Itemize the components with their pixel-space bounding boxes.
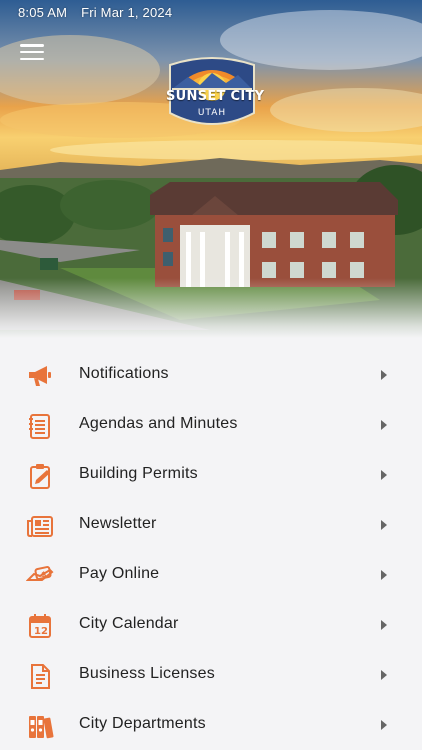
chevron-right-icon: [381, 420, 387, 430]
menu-item-label: Business Licenses: [79, 665, 215, 682]
menu-item-building-permits[interactable]: Building Permits: [0, 450, 422, 500]
calendar-icon: 12: [29, 614, 51, 638]
chevron-right-icon: [381, 570, 387, 580]
chevron-right-icon: [381, 620, 387, 630]
notepad-icon: [29, 414, 50, 439]
chevron-right-icon: [381, 370, 387, 380]
chevron-right-icon: [381, 720, 387, 730]
menu-item-pay-online[interactable]: $ Pay Online: [0, 550, 422, 600]
status-bar: 8:05 AM Fri Mar 1, 2024: [18, 5, 172, 20]
status-date: Fri Mar 1, 2024: [81, 5, 173, 20]
chevron-right-icon: [381, 470, 387, 480]
menu-item-newsletter[interactable]: Newsletter: [0, 500, 422, 550]
menu-item-city-departments[interactable]: City Departments: [0, 700, 422, 750]
money-icon: $: [26, 566, 54, 581]
menu-item-label: Notifications: [79, 365, 169, 382]
city-logo: SUNSET CITY UTAH: [166, 55, 265, 131]
document-icon: [31, 664, 50, 689]
logo-subtitle: UTAH: [197, 108, 227, 118]
menu-item-label: City Departments: [79, 715, 206, 732]
chevron-right-icon: [381, 670, 387, 680]
menu-item-agendas-minutes[interactable]: Agendas and Minutes: [0, 400, 422, 450]
menu-item-label: Agendas and Minutes: [79, 415, 238, 432]
menu-list: Notifications Agendas and Minutes Buildi…: [0, 350, 422, 750]
menu-item-business-licenses[interactable]: Business Licenses: [0, 650, 422, 700]
menu-item-label: Pay Online: [79, 565, 160, 582]
binders-icon: [29, 716, 54, 739]
svg-text:12: 12: [34, 626, 48, 637]
svg-text:$: $: [41, 570, 47, 579]
hero-image: 8:05 AM Fri Mar 1, 2024 SUNSET CITY UTAH: [0, 0, 422, 338]
megaphone-icon: [29, 366, 51, 386]
menu-item-notifications[interactable]: Notifications: [0, 350, 422, 400]
menu-item-label: City Calendar: [79, 615, 179, 632]
menu-item-label: Newsletter: [79, 515, 157, 532]
menu-item-label: Building Permits: [79, 465, 198, 482]
clipboard-icon: [30, 464, 50, 489]
logo-title: SUNSET CITY: [166, 89, 265, 104]
hero-fade: [0, 278, 422, 338]
newspaper-icon: [27, 516, 53, 537]
menu-item-city-calendar[interactable]: 12 City Calendar: [0, 600, 422, 650]
status-time: 8:05 AM: [18, 5, 68, 20]
chevron-right-icon: [381, 520, 387, 530]
hamburger-menu-icon[interactable]: [20, 42, 44, 62]
